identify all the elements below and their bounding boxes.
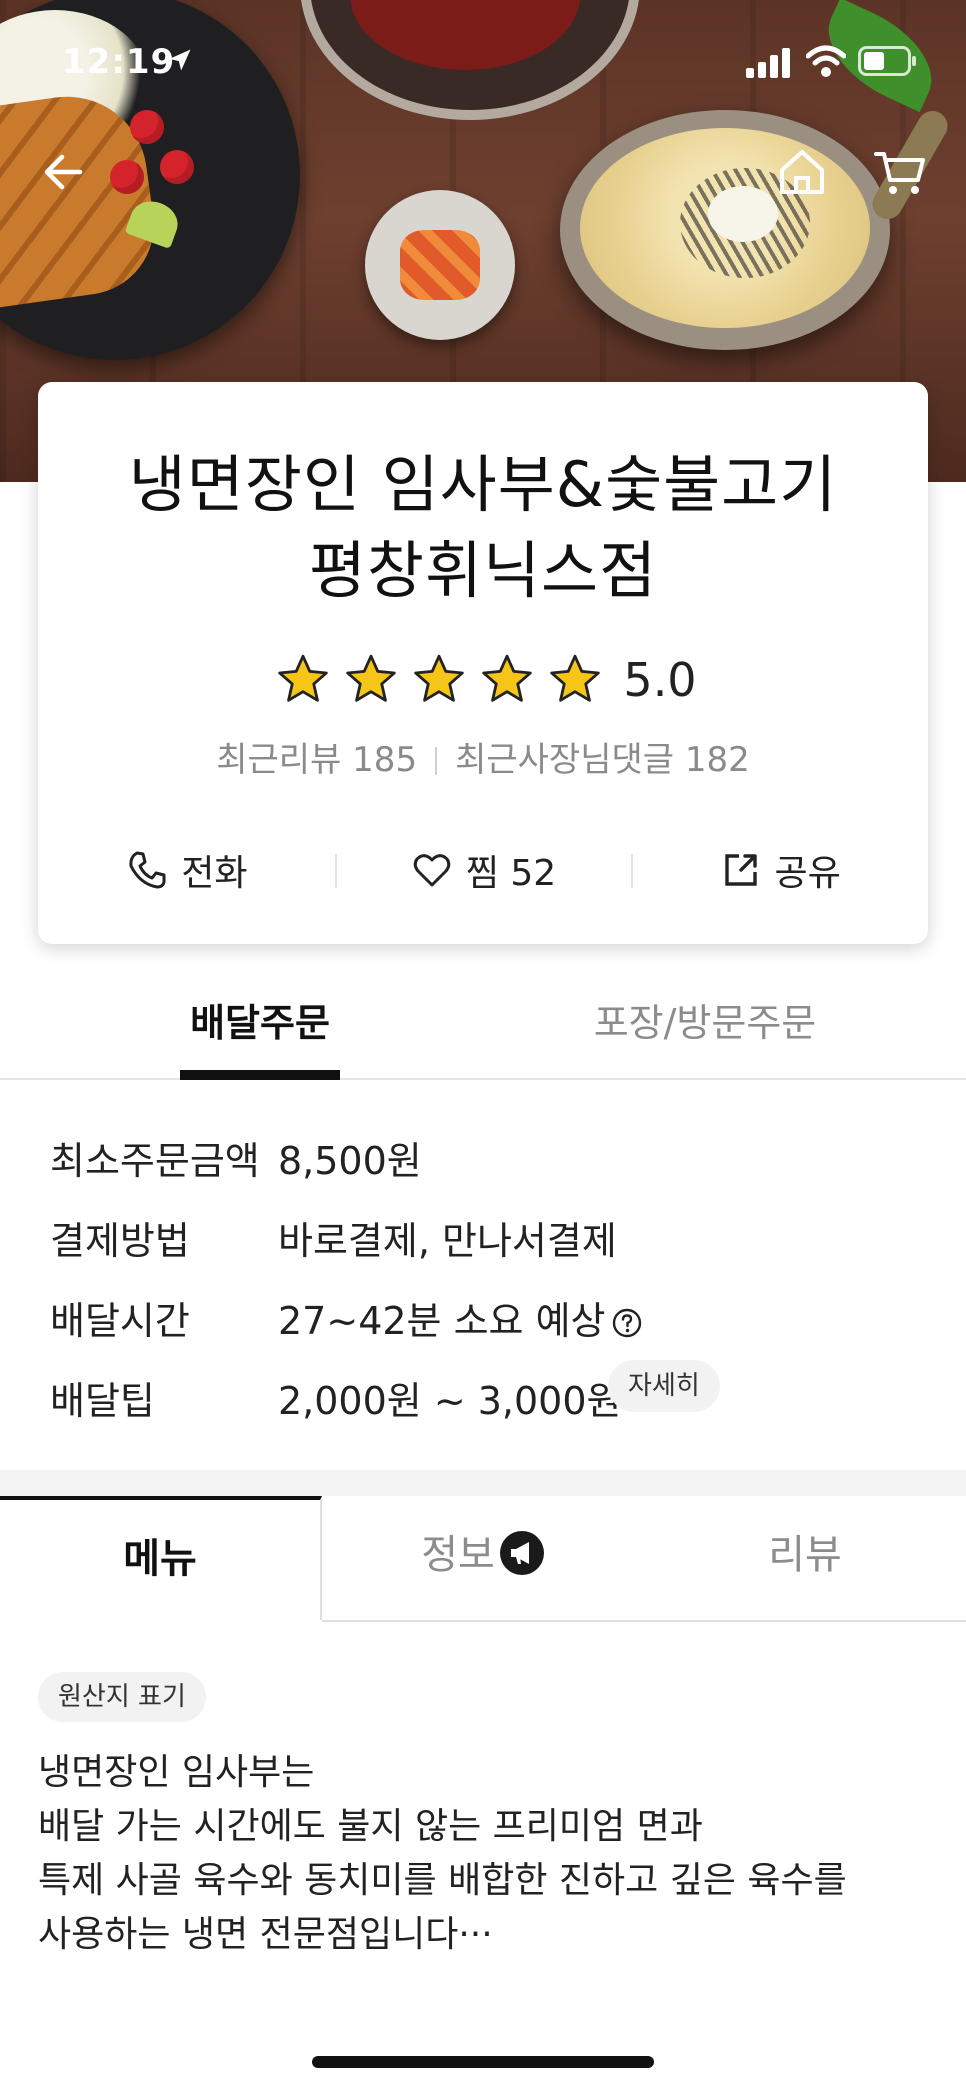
cart-icon[interactable] [872, 144, 928, 200]
megaphone-icon [499, 1531, 544, 1575]
recent-reviews-link[interactable]: 최근리뷰 185 [216, 740, 417, 780]
store-name: 냉면장인 임사부&숯불고기 평창휘닉스점 [38, 442, 928, 614]
back-arrow-icon[interactable] [36, 144, 92, 200]
description-line: 특제 사골 육수와 동치미를 배합한 진하고 깊은 육수를 [38, 1860, 847, 1901]
home-icon[interactable] [774, 144, 830, 200]
description-line: 냉면장인 임사부는 [38, 1752, 315, 1793]
payment-label: 결제방법 [50, 1219, 190, 1263]
cellular-signal-icon [746, 48, 790, 78]
call-button[interactable]: 전화 [38, 840, 335, 900]
delivery-time-label: 배달시간 [50, 1299, 190, 1343]
home-indicator[interactable] [312, 2056, 654, 2068]
naengmyeon-bowl [560, 110, 890, 350]
share-label: 공유 [774, 853, 841, 894]
owner-comments-link[interactable]: 최근사장님댓글 182 [455, 740, 750, 780]
store-actions: 전화 찜 52 공유 [38, 840, 928, 900]
star-icon [550, 654, 601, 702]
star-icon [346, 654, 397, 702]
star-icon [482, 654, 533, 702]
share-icon [724, 854, 757, 886]
delivery-time-value: 27~42분 소요 예상 [278, 1299, 606, 1343]
like-label: 찜 52 [465, 853, 557, 894]
battery-icon [858, 46, 916, 76]
tab-reviews[interactable]: 리뷰 [644, 1496, 966, 1622]
tab-info[interactable]: 정보 [322, 1496, 644, 1622]
order-type-tabs: 배달주문 포장/방문주문 [0, 992, 966, 1080]
payment-value: 바로결제, 만나서결제 [278, 1219, 617, 1263]
status-bar: 12:19 [0, 0, 966, 124]
rating-value: 5.0 [623, 653, 697, 707]
delivery-time-wrap: 27~42분 소요 예상 [278, 1290, 642, 1345]
content-tabs: 메뉴 정보 리뷰 [0, 1496, 966, 1622]
review-counts: 최근리뷰 185 최근사장님댓글 182 [38, 732, 928, 781]
location-arrow-icon [169, 49, 191, 71]
description-line: 배달 가는 시간에도 불지 않는 프리미엄 면과 [38, 1806, 703, 1847]
store-name-line2: 평창휘닉스점 [308, 534, 658, 607]
section-divider [0, 1470, 966, 1496]
tip-detail-button[interactable]: 자세히 [608, 1360, 720, 1412]
store-info-card: 냉면장인 임사부&숯불고기 평창휘닉스점 5.0 최근리뷰 185 최근사장님댓글… [38, 382, 928, 944]
store-name-line1: 냉면장인 임사부&숯불고기 [128, 448, 838, 521]
heart-icon [413, 854, 451, 887]
kimchi [400, 230, 480, 300]
tab-delivery-order[interactable]: 배달주문 [180, 992, 340, 1080]
tab-pickup-order[interactable]: 포장/방문주문 [560, 992, 850, 1078]
info-row-min-order: 최소주문금액 8,500원 [50, 1130, 930, 1210]
status-time: 12:19 [62, 42, 176, 82]
info-row-delivery-time: 배달시간 27~42분 소요 예상 [50, 1290, 930, 1370]
like-button[interactable]: 찜 52 [334, 840, 632, 900]
tab-menu-label: 메뉴 [123, 1536, 197, 1582]
min-order-label: 최소주문금액 [50, 1139, 260, 1183]
tab-menu[interactable]: 메뉴 [0, 1496, 322, 1620]
rating-row: 5.0 [38, 650, 928, 710]
tab-info-label: 정보 [421, 1532, 495, 1578]
min-order-value: 8,500원 [278, 1139, 422, 1183]
delivery-info: 최소주문금액 8,500원 결제방법 바로결제, 만나서결제 배달시간 27~4… [50, 1130, 930, 1450]
star-icon [414, 654, 465, 702]
star-icon [278, 654, 329, 702]
tab-reviews-label: 리뷰 [768, 1532, 842, 1578]
wifi-icon [806, 45, 846, 77]
store-description: 냉면장인 임사부는 배달 가는 시간에도 불지 않는 프리미엄 면과 특제 사골… [38, 1746, 938, 1962]
tomato [110, 160, 144, 194]
help-icon[interactable] [612, 1308, 642, 1338]
egg [708, 186, 778, 242]
call-label: 전화 [181, 853, 248, 894]
tomato [160, 150, 194, 184]
origin-label-button[interactable]: 원산지 표기 [38, 1672, 206, 1722]
description-line: 사용하는 냉면 전문점입니다··· [38, 1914, 493, 1955]
phone-icon [129, 851, 166, 889]
info-row-delivery-tip: 배달팁 2,000원 ~ 3,000원 자세히 [50, 1360, 930, 1450]
share-button[interactable]: 공유 [631, 840, 928, 900]
divider [435, 747, 438, 775]
delivery-tip-label: 배달팁 [50, 1379, 155, 1423]
delivery-tip-value: 2,000원 ~ 3,000원 [278, 1379, 622, 1423]
kimchi-bowl [365, 190, 515, 340]
info-row-payment: 결제방법 바로결제, 만나서결제 [50, 1210, 930, 1290]
